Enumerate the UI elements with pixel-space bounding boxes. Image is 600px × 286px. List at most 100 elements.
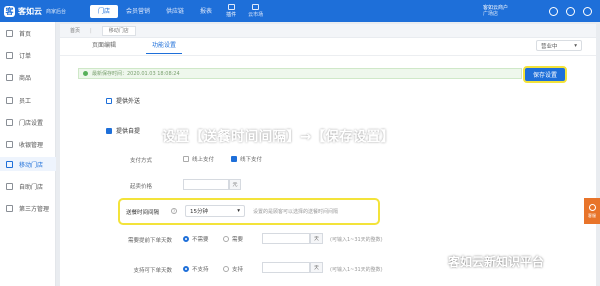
sidebar-item-label: 首页 <box>19 30 32 38</box>
app-logo[interactable]: 客 客如云 商家后台 <box>0 5 90 17</box>
sidebar-item-third-party[interactable]: 第三方管理 <box>0 201 56 215</box>
future-days-no-option[interactable]: 不支持 <box>183 265 209 273</box>
cloud-market-label: 云市场 <box>248 12 264 18</box>
future-days-hint: (可输入1~31天的整数) <box>330 267 383 273</box>
top-tab-reports[interactable]: 报表 <box>192 5 220 18</box>
tab-divider <box>60 55 596 56</box>
customer-service-float-button[interactable]: 客服 <box>584 198 600 224</box>
sidebar-item-orders[interactable]: 订单 <box>0 48 56 62</box>
advance-days-input[interactable] <box>262 233 310 244</box>
logo-mark: 客 <box>4 5 15 17</box>
home-icon <box>6 29 13 37</box>
wechat-icon <box>430 256 444 267</box>
save-status-text: 最新保存时间：2020.01.03 18:08:24 <box>92 71 180 77</box>
chevron-down-icon: ▾ <box>237 208 240 214</box>
breadcrumb-current-tab[interactable]: 移动门店 <box>101 25 136 36</box>
top-tab-marketing[interactable]: 会员营销 <box>118 5 158 18</box>
sidebar-item-store-settings[interactable]: 门店设置 <box>0 115 56 129</box>
sidebar-item-mobile-store[interactable]: 移动门店 <box>0 157 56 171</box>
payment-online-label: 线上支付 <box>192 157 215 163</box>
store-branch: 广场店 <box>483 11 499 17</box>
cloud-market-icon <box>252 4 260 10</box>
brand-overlay: 客如云新知识平台 <box>430 253 544 270</box>
order-icon <box>6 51 13 59</box>
top-tab-supply[interactable]: 供应链 <box>158 5 192 18</box>
user-icon[interactable] <box>583 6 592 16</box>
plugin-label: 插件 <box>226 12 237 18</box>
mobile-store-icon <box>6 160 13 168</box>
advance-days-label: 需要提前下单天数 <box>127 238 172 244</box>
brand-overlay-text: 客如云新知识平台 <box>448 255 545 269</box>
business-status-value: 营业中 <box>541 43 558 50</box>
save-settings-button[interactable]: 保存设置 <box>523 66 567 83</box>
top-nav-bar: 客 客如云 商家后台 门店 会员营销 供应链 报表 插件 云市场 客如云商户 广… <box>0 0 600 22</box>
pickup-option[interactable]: 提供自提 <box>106 126 140 135</box>
store-switcher[interactable]: 客如云商户 广场店 <box>483 5 531 17</box>
min-price-unit: 元 <box>229 179 241 190</box>
customer-service-label: 客服 <box>588 212 596 218</box>
breadcrumb-home[interactable]: 首页 <box>70 27 80 34</box>
takeout-option[interactable]: 提供外送 <box>106 96 140 105</box>
chevron-down-icon: ▾ <box>574 42 577 49</box>
breadcrumb: 首页 | 移动门店 <box>60 24 596 37</box>
breadcrumb-separator: | <box>90 27 92 34</box>
radio-icon <box>223 236 229 242</box>
checkbox-checked-icon <box>106 127 112 134</box>
future-days-input[interactable] <box>262 262 310 273</box>
top-tab-store[interactable]: 门店 <box>90 4 119 18</box>
future-days-unit: 天 <box>310 262 323 273</box>
checkbox-checked-icon <box>231 156 237 162</box>
payment-offline-option[interactable]: 线下支付 <box>231 155 262 163</box>
advance-days-no-label: 不需要 <box>192 237 209 243</box>
plugin-entry[interactable]: 插件 <box>220 4 242 18</box>
sidebar-item-label: 移动门店 <box>19 161 44 169</box>
advance-days-yes-label: 需要 <box>232 237 244 243</box>
sidebar-item-staff[interactable]: 员工 <box>0 93 56 107</box>
business-status-select[interactable]: 营业中 ▾ <box>536 40 582 51</box>
future-days-label: 支持可下单天数 <box>133 268 172 274</box>
sidebar-item-cashier[interactable]: 收银管理 <box>0 137 56 151</box>
takeout-label: 提供外送 <box>116 98 141 105</box>
sidebar-item-label: 订单 <box>19 52 32 60</box>
delivery-interval-description: 设置的是顾客可以选择的送餐时间间隔 <box>253 209 339 215</box>
staff-icon <box>6 96 13 104</box>
checkbox-icon <box>106 97 112 104</box>
advance-days-yes-option[interactable]: 需要 <box>223 235 243 243</box>
third-party-icon <box>6 204 13 212</box>
store-settings-icon <box>6 118 13 126</box>
min-price-label: 起卖价格 <box>129 184 152 190</box>
sidebar: 首页 订单 商品 员工 门店设置 收银管理 移动门店 自助门店 第三方管理 <box>0 22 56 286</box>
sidebar-item-label: 自助门店 <box>19 183 44 191</box>
sidebar-item-home[interactable]: 首页 <box>0 26 56 40</box>
tab-function-settings[interactable]: 功能设置 <box>146 40 183 54</box>
radio-checked-icon <box>183 236 189 242</box>
tab-page-edit[interactable]: 页面编辑 <box>86 40 122 54</box>
sidebar-item-goods[interactable]: 商品 <box>0 70 56 84</box>
sidebar-item-label: 商品 <box>19 74 32 82</box>
self-service-icon <box>6 182 13 190</box>
info-icon[interactable]: ? <box>171 208 177 214</box>
top-right-tools: 客如云商户 广场店 <box>483 0 592 22</box>
check-circle-icon <box>83 71 88 76</box>
delivery-interval-select[interactable]: 15分钟 ▾ <box>185 205 245 217</box>
min-price-input[interactable] <box>183 179 229 190</box>
sidebar-item-self-service[interactable]: 自助门店 <box>0 179 56 193</box>
future-days-no-label: 不支持 <box>192 267 209 273</box>
payment-online-option[interactable]: 线上支付 <box>183 155 214 163</box>
help-icon[interactable] <box>566 6 575 16</box>
checkbox-icon <box>183 156 189 162</box>
advance-days-no-option[interactable]: 不需要 <box>183 235 209 243</box>
app-name: 客如云 <box>18 6 42 16</box>
sidebar-item-label: 员工 <box>19 97 32 105</box>
cloud-market-entry[interactable]: 云市场 <box>242 4 269 18</box>
future-days-yes-option[interactable]: 支持 <box>223 265 243 273</box>
message-icon[interactable] <box>549 6 558 16</box>
future-days-yes-label: 支持 <box>232 267 244 273</box>
top-nav: 门店 会员营销 供应链 报表 插件 云市场 <box>90 0 269 22</box>
app-subtitle: 商家后台 <box>46 8 67 15</box>
advance-days-unit: 天 <box>310 233 323 244</box>
goods-icon <box>6 73 13 81</box>
plugin-icon <box>227 4 235 10</box>
sidebar-item-label: 收银管理 <box>19 141 44 149</box>
radio-checked-icon <box>183 266 189 272</box>
